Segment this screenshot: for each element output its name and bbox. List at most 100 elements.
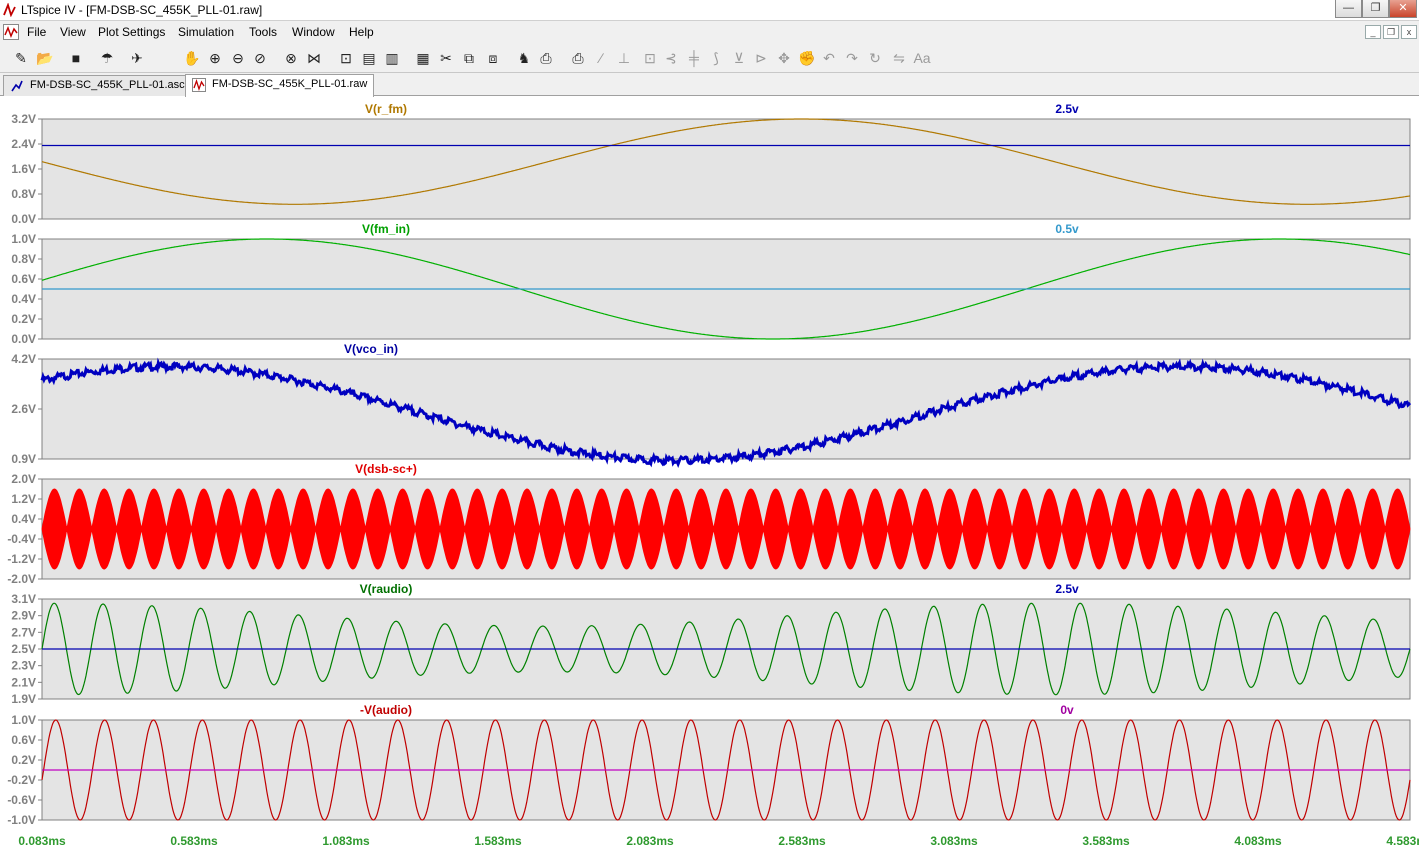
y-tick-label: 0.6V — [11, 272, 36, 286]
mdi-close-button[interactable]: x — [1401, 25, 1417, 39]
mdi-minimize-button[interactable]: _ — [1365, 25, 1381, 39]
zoom-in-icon[interactable]: ⊕ — [206, 49, 224, 67]
menu-view[interactable]: View — [60, 25, 86, 39]
trace-label[interactable]: V(vco_in) — [344, 342, 398, 356]
menu-plot-settings[interactable]: Plot Settings — [98, 25, 165, 39]
copy-icon[interactable]: ⧉ — [460, 49, 478, 67]
schematic-icon — [11, 80, 23, 92]
component-icon[interactable]: ⊳ — [752, 49, 770, 67]
trace-V(dsb-sc+)[interactable] — [41, 488, 1411, 570]
rotate-icon[interactable]: ↻ — [866, 49, 884, 67]
y-tick-label: -0.2V — [7, 773, 36, 787]
mdi-restore-button[interactable]: ❐ — [1383, 25, 1399, 39]
tab-waveform[interactable]: FM-DSB-SC_455K_PLL-01.raw — [185, 74, 375, 97]
wire-icon[interactable]: ∕ — [592, 49, 610, 67]
save-icon[interactable]: ■ — [67, 49, 85, 67]
y-tick-label: 1.2V — [11, 492, 36, 506]
title-bar: LTspice IV - [FM-DSB-SC_455K_PLL-01.raw]… — [0, 0, 1419, 21]
redo-icon[interactable]: ↷ — [843, 49, 861, 67]
y-tick-label: 0.6V — [11, 733, 36, 747]
y-tick-label: 2.3V — [11, 659, 36, 673]
print-icon[interactable]: ⎙ — [569, 49, 587, 67]
text-icon[interactable]: Aa — [913, 49, 931, 67]
ground-icon[interactable]: ⊥ — [615, 49, 633, 67]
x-tick-label: 0.583ms — [170, 834, 218, 848]
trace-label[interactable]: 2.5v — [1055, 102, 1079, 116]
mdi-controls: _ ❐ x — [1363, 24, 1417, 39]
fit-icon[interactable]: ⊡ — [337, 49, 355, 67]
halt-icon[interactable]: ✋ — [183, 49, 201, 67]
maximize-button[interactable]: ❐ — [1362, 0, 1389, 18]
trace-label[interactable]: V(raudio) — [360, 582, 413, 596]
trace-label[interactable]: -V(audio) — [360, 703, 412, 717]
y-tick-label: 2.6V — [11, 402, 36, 416]
find-icon[interactable]: ♞ — [515, 49, 533, 67]
close-window-icon[interactable]: ▦ — [414, 49, 432, 67]
tab-label: FM-DSB-SC_455K_PLL-01.raw — [212, 78, 368, 90]
y-tick-label: 1.0V — [11, 713, 36, 727]
menu-tools[interactable]: Tools — [249, 25, 277, 39]
window-title: LTspice IV - [FM-DSB-SC_455K_PLL-01.raw] — [21, 3, 263, 17]
y-tick-label: 2.5V — [11, 642, 36, 656]
minimize-button[interactable]: — — [1335, 0, 1362, 18]
zoom-out-icon[interactable]: ⊖ — [229, 49, 247, 67]
x-tick-label: 1.583ms — [474, 834, 522, 848]
resistor-icon[interactable]: ⊰ — [662, 49, 680, 67]
y-tick-label: 0.8V — [11, 187, 36, 201]
trace-label[interactable]: 0.5v — [1055, 222, 1079, 236]
cascade-icon[interactable]: ▥ — [383, 49, 401, 67]
x-tick-label: 2.083ms — [626, 834, 674, 848]
close-button[interactable]: ✕ — [1389, 0, 1417, 18]
x-tick-label: 1.083ms — [322, 834, 370, 848]
plot-panes[interactable]: V(r_fm) 2.5v 3.2V 2.4V 1.6V 0.8V 0.0V V(fm_in) 0… — [0, 97, 1419, 851]
menu-bar: File View Plot Settings Simulation Tools… — [0, 21, 1419, 43]
plot-pane[interactable] — [41, 118, 1411, 220]
menu-simulation[interactable]: Simulation — [178, 25, 234, 39]
document-tabs: FM-DSB-SC_455K_PLL-01.asc FM-DSB-SC_455K… — [0, 73, 1419, 97]
diode-icon[interactable]: ⊻ — [730, 49, 748, 67]
run-icon[interactable]: ✈ — [128, 49, 146, 67]
open-icon[interactable]: 📂 — [36, 49, 54, 67]
cut-icon[interactable]: ✂ — [437, 49, 455, 67]
y-tick-label: 2.7V — [11, 625, 36, 639]
trace-label[interactable]: 2.5v — [1055, 582, 1079, 596]
trace-label[interactable]: V(fm_in) — [362, 222, 410, 236]
zoom-cancel-icon[interactable]: ⊗ — [282, 49, 300, 67]
x-tick-label: 0.083ms — [18, 834, 66, 848]
waveform-icon — [192, 78, 206, 92]
menu-window[interactable]: Window — [292, 25, 335, 39]
control-panel-icon[interactable]: ☂ — [98, 49, 116, 67]
y-tick-label: 1.6V — [11, 162, 36, 176]
toolbar: ✎ 📂 ■ ☂ ✈ ✋ ⊕ ⊖ ⊘ ⊗ ⋈ ⊡ ▤ ▥ ▦ ✂ ⧉ ⧈ ♞ ⎙ ⎙ ∕ ⊥ ⊡ ⊰ ╪ ⟆ ⊻ ⊳ ✥ ✊ ↶ ↷ ↻ ⇋ Aa — [0, 43, 1419, 73]
tile-horizontal-icon[interactable]: ▤ — [360, 49, 378, 67]
menu-file[interactable]: File — [27, 25, 46, 39]
autorange-icon[interactable]: ⋈ — [305, 49, 323, 67]
menu-help[interactable]: Help — [349, 25, 374, 39]
y-tick-label: 3.2V — [11, 112, 36, 126]
undo-icon[interactable]: ↶ — [820, 49, 838, 67]
label-icon[interactable]: ⊡ — [641, 49, 659, 67]
y-tick-label: -0.4V — [7, 532, 36, 546]
trace-label[interactable]: 0v — [1060, 703, 1074, 717]
plot-pane[interactable] — [41, 358, 1411, 460]
y-tick-label: 0.4V — [11, 292, 36, 306]
y-tick-label: 0.9V — [11, 452, 36, 466]
drag-icon[interactable]: ✊ — [798, 49, 816, 67]
waveform-doc-icon[interactable] — [3, 24, 19, 40]
y-tick-label: 1.9V — [11, 692, 36, 706]
new-schematic-icon[interactable]: ✎ — [12, 49, 30, 67]
zoom-back-icon[interactable]: ⊘ — [251, 49, 269, 67]
trace-label[interactable]: V(dsb-sc+) — [355, 462, 417, 476]
paste-icon[interactable]: ⧈ — [484, 49, 502, 67]
mirror-icon[interactable]: ⇋ — [890, 49, 908, 67]
move-icon[interactable]: ✥ — [775, 49, 793, 67]
x-tick-label: 4.083ms — [1234, 834, 1282, 848]
inductor-icon[interactable]: ⟆ — [707, 49, 725, 67]
y-tick-label: 0.0V — [11, 212, 36, 226]
trace-label[interactable]: V(r_fm) — [365, 102, 407, 116]
tab-schematic[interactable]: FM-DSB-SC_455K_PLL-01.asc — [3, 75, 192, 96]
capacitor-icon[interactable]: ╪ — [685, 49, 703, 67]
waveform-viewer[interactable]: V(r_fm) 2.5v 3.2V 2.4V 1.6V 0.8V 0.0V V(fm_in) 0… — [0, 97, 1419, 851]
y-tick-label: 3.1V — [11, 592, 36, 606]
print-setup-icon[interactable]: ⎙ — [537, 49, 555, 67]
